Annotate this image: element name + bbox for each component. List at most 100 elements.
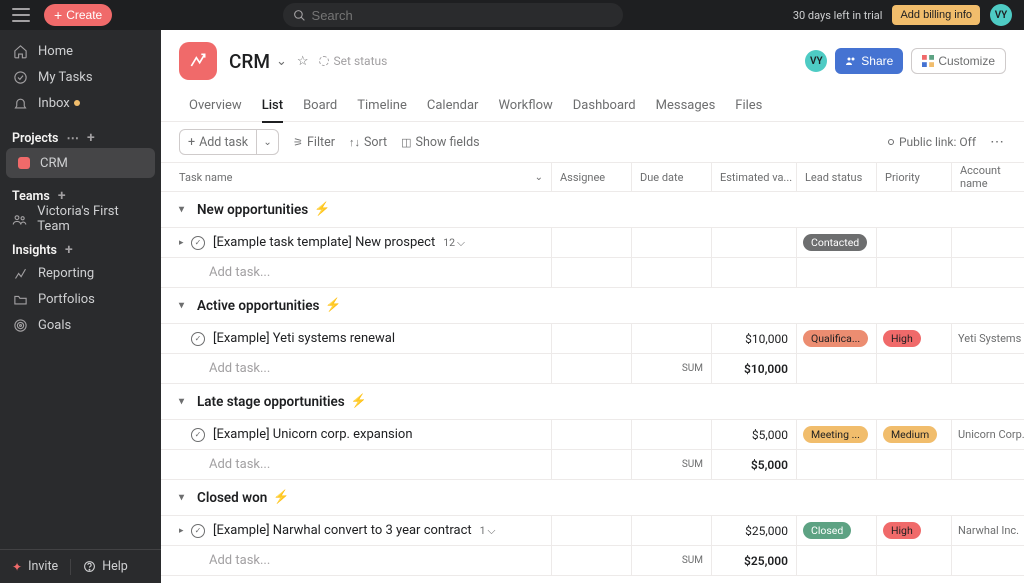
column-task-name[interactable]: Task name⌄ <box>161 163 551 191</box>
group-label: Teams <box>12 189 50 204</box>
sidebar-item-mytasks[interactable]: My Tasks <box>0 64 161 90</box>
tab-board[interactable]: Board <box>293 90 347 122</box>
section-closed-won[interactable]: ▾ Closed won ⚡ <box>161 480 1024 516</box>
menu-icon[interactable] <box>12 8 30 22</box>
column-priority[interactable]: Priority <box>876 163 951 191</box>
sidebar-item-reporting[interactable]: Reporting <box>0 260 161 286</box>
add-task-row[interactable]: Add task... <box>161 258 1024 288</box>
tab-workflow[interactable]: Workflow <box>488 90 562 122</box>
check-circle-icon[interactable]: ✓ <box>191 236 205 250</box>
bolt-icon[interactable]: ⚡ <box>314 202 330 217</box>
avatar[interactable]: VY <box>990 4 1012 26</box>
add-task-placeholder[interactable]: Add task... <box>161 450 551 479</box>
invite-button[interactable]: ✦ Invite <box>12 559 58 574</box>
billing-button[interactable]: Add billing info <box>892 5 980 25</box>
sort-button[interactable]: ↑↓Sort <box>349 135 387 150</box>
section-late-stage[interactable]: ▾ Late stage opportunities ⚡ <box>161 384 1024 420</box>
lead-status-pill[interactable]: Contacted <box>803 234 867 251</box>
dots-icon[interactable]: ⋯ <box>66 130 79 146</box>
search-input[interactable] <box>312 8 613 23</box>
column-lead-status[interactable]: Lead status <box>796 163 876 191</box>
tab-list[interactable]: List <box>252 90 293 122</box>
account-cell[interactable]: Unicorn Corp. <box>951 420 1024 449</box>
column-estimated-value[interactable]: Estimated va... <box>711 163 796 191</box>
sidebar-team-item[interactable]: Victoria's First Team <box>0 206 161 232</box>
sidebar-item-portfolios[interactable]: Portfolios <box>0 286 161 312</box>
add-task-button[interactable]: + Add task <box>180 130 256 154</box>
table-row[interactable]: ▸ ✓ [Example task template] New prospect… <box>161 228 1024 258</box>
help-button[interactable]: Help <box>83 559 128 574</box>
sidebar-group-projects[interactable]: Projects ⋯ + <box>0 120 161 148</box>
tab-files[interactable]: Files <box>725 90 772 122</box>
more-icon[interactable]: ⋯ <box>990 134 1006 150</box>
column-assignee[interactable]: Assignee <box>551 163 631 191</box>
plus-icon[interactable]: + <box>65 242 73 258</box>
sidebar-item-inbox[interactable]: Inbox <box>0 90 161 116</box>
target-icon <box>12 317 28 333</box>
value-cell[interactable]: $10,000 <box>711 324 796 353</box>
search-field[interactable] <box>283 3 623 27</box>
chevron-down-icon[interactable]: ⌄ <box>535 172 543 183</box>
tab-overview[interactable]: Overview <box>179 90 252 122</box>
priority-pill[interactable]: High <box>883 330 921 347</box>
filter-button[interactable]: ⚞Filter <box>293 135 335 150</box>
section-new-opportunities[interactable]: ▾ New opportunities ⚡ <box>161 192 1024 228</box>
plus-icon[interactable]: + <box>87 130 95 146</box>
share-button[interactable]: Share <box>835 48 903 74</box>
check-circle-icon[interactable]: ✓ <box>191 524 205 538</box>
value-cell[interactable]: $25,000 <box>711 516 796 545</box>
check-circle-icon[interactable]: ✓ <box>191 332 205 346</box>
add-task-row[interactable]: Add task... SUM $25,000 <box>161 546 1024 576</box>
tab-dashboard[interactable]: Dashboard <box>563 90 646 122</box>
add-task-placeholder[interactable]: Add task... <box>161 546 551 575</box>
table-row[interactable]: ✓ [Example] Yeti systems renewal $10,000… <box>161 324 1024 354</box>
priority-pill[interactable]: High <box>883 522 921 539</box>
sidebar-group-teams[interactable]: Teams + <box>0 178 161 206</box>
project-title[interactable]: CRM <box>229 50 270 73</box>
add-task-dropdown[interactable]: ⌄ <box>256 130 278 154</box>
star-icon[interactable]: ☆ <box>297 54 309 69</box>
tab-calendar[interactable]: Calendar <box>417 90 489 122</box>
bolt-icon[interactable]: ⚡ <box>325 298 341 313</box>
public-link-label: Public link: Off <box>899 135 976 149</box>
value-cell[interactable]: $5,000 <box>711 420 796 449</box>
chevron-down-icon[interactable]: ⌄ <box>276 54 287 69</box>
priority-pill[interactable]: Medium <box>883 426 937 443</box>
add-task-placeholder[interactable]: Add task... <box>161 354 551 383</box>
show-fields-button[interactable]: ◫Show fields <box>401 135 479 150</box>
sidebar-item-home[interactable]: Home <box>0 38 161 64</box>
tab-messages[interactable]: Messages <box>646 90 726 122</box>
column-due-date[interactable]: Due date <box>631 163 711 191</box>
column-account[interactable]: Account name <box>951 163 1024 191</box>
customize-button[interactable]: Customize <box>911 48 1006 74</box>
member-avatar[interactable]: VY <box>805 50 827 72</box>
section-active-opportunities[interactable]: ▾ Active opportunities ⚡ <box>161 288 1024 324</box>
lead-status-pill[interactable]: Meeting ... <box>803 426 868 443</box>
set-status-button[interactable]: Set status <box>319 54 388 68</box>
table-row[interactable]: ▸ ✓ [Example] Narwhal convert to 3 year … <box>161 516 1024 546</box>
bolt-icon[interactable]: ⚡ <box>273 490 289 505</box>
account-cell[interactable]: Narwhal Inc. <box>951 516 1024 545</box>
plus-icon[interactable]: + <box>58 188 66 204</box>
section-closed-lost[interactable]: ▾ Closed lost ⚡ <box>161 576 1024 583</box>
public-link-toggle[interactable]: Public link: Off <box>888 135 976 149</box>
add-task-row[interactable]: Add task... SUM $10,000 <box>161 354 1024 384</box>
caret-right-icon[interactable]: ▸ <box>179 526 191 536</box>
sidebar-item-goals[interactable]: Goals <box>0 312 161 338</box>
table-row[interactable]: ✓ [Example] Unicorn corp. expansion $5,0… <box>161 420 1024 450</box>
create-label: Create <box>66 8 102 22</box>
add-task-placeholder[interactable]: Add task... <box>161 258 551 287</box>
sidebar-project-crm[interactable]: CRM <box>6 148 155 178</box>
sidebar-label: Goals <box>38 318 71 333</box>
sidebar-group-insights[interactable]: Insights + <box>0 232 161 260</box>
account-cell[interactable]: Yeti Systems <box>951 324 1024 353</box>
create-button[interactable]: + Create <box>44 4 112 26</box>
lead-status-pill[interactable]: Qualifica... <box>803 330 868 347</box>
caret-right-icon[interactable]: ▸ <box>179 238 191 248</box>
lead-status-pill[interactable]: Closed <box>803 522 851 539</box>
add-task-row[interactable]: Add task... SUM $5,000 <box>161 450 1024 480</box>
group-label: Projects <box>12 131 58 146</box>
bolt-icon[interactable]: ⚡ <box>351 394 367 409</box>
tab-timeline[interactable]: Timeline <box>347 90 417 122</box>
check-circle-icon[interactable]: ✓ <box>191 428 205 442</box>
